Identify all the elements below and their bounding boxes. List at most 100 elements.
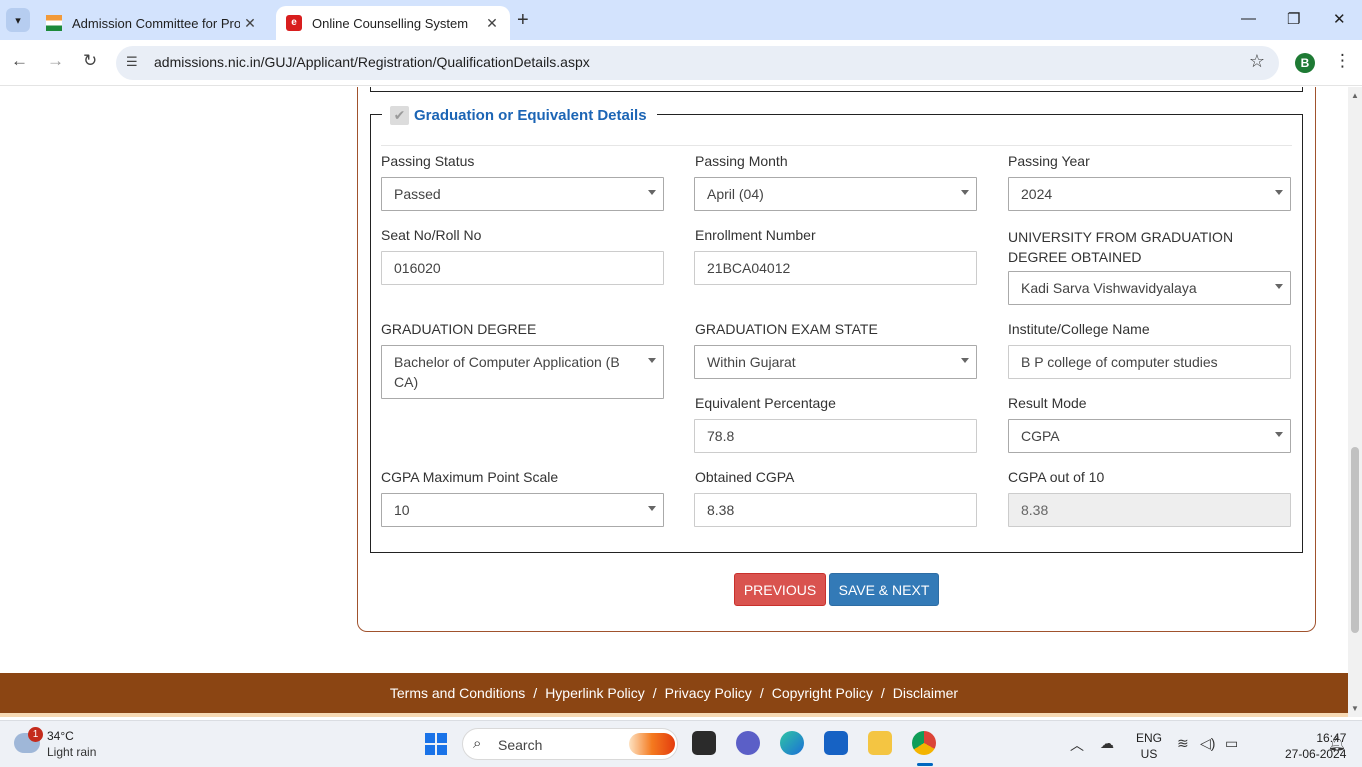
site-footer: Terms and Conditions / Hyperlink Policy … bbox=[0, 673, 1348, 713]
region-code: US bbox=[1140, 747, 1158, 761]
tray-overflow-chevron-icon[interactable]: ︿ bbox=[1070, 735, 1084, 755]
site-info-icon[interactable]: ☰ bbox=[126, 54, 138, 70]
dropdown-arrow-icon bbox=[961, 358, 969, 363]
previous-button[interactable]: PREVIOUS bbox=[734, 573, 826, 606]
passing-month-label: Passing Month bbox=[695, 153, 788, 169]
footer-separator: / bbox=[880, 685, 885, 701]
footer-link-copyright[interactable]: Copyright Policy bbox=[772, 685, 873, 701]
file-explorer-icon[interactable] bbox=[868, 731, 892, 755]
lang-code: ENG bbox=[1136, 731, 1163, 745]
address-bar: ← → ↻ ☰ admissions.nic.in/GUJ/Applicant/… bbox=[0, 40, 1362, 86]
scroll-up-icon[interactable]: ▲ bbox=[1351, 91, 1359, 100]
india-flag-icon bbox=[46, 15, 62, 31]
restore-icon[interactable]: ❐ bbox=[1287, 10, 1300, 28]
enrollment-number-input[interactable]: 21BCA04012 bbox=[694, 251, 977, 285]
graduation-degree-value: Bachelor of Computer Application (B CA) bbox=[394, 354, 620, 390]
footer-link-privacy[interactable]: Privacy Policy bbox=[665, 685, 752, 701]
taskbar-search[interactable]: ⌕ Search bbox=[462, 728, 678, 760]
url-text[interactable]: admissions.nic.in/GUJ/Applicant/Registra… bbox=[154, 54, 590, 70]
university-select[interactable]: Kadi Sarva Vishwavidyalaya bbox=[1008, 271, 1291, 305]
tab-search-chevron-icon[interactable]: ▾ bbox=[6, 8, 30, 32]
section-title: Graduation or Equivalent Details bbox=[414, 106, 647, 124]
tab-title: Online Counselling System bbox=[312, 15, 469, 31]
battery-icon[interactable]: ▭ bbox=[1225, 735, 1238, 752]
weather-temp[interactable]: 34°C bbox=[47, 729, 74, 743]
close-tab-icon[interactable]: ✕ bbox=[482, 15, 502, 32]
dropdown-arrow-icon bbox=[961, 190, 969, 195]
passing-status-value: Passed bbox=[394, 186, 441, 202]
search-placeholder: Search bbox=[498, 737, 543, 753]
search-icon: ⌕ bbox=[473, 735, 482, 752]
start-button-icon[interactable] bbox=[425, 733, 447, 755]
result-mode-select[interactable]: CGPA bbox=[1008, 419, 1291, 453]
institute-input[interactable]: B P college of computer studies bbox=[1008, 345, 1291, 379]
scrollbar-thumb[interactable] bbox=[1351, 447, 1359, 633]
new-tab-icon[interactable]: + bbox=[517, 9, 529, 32]
enrollment-number-value: 21BCA04012 bbox=[707, 260, 791, 276]
cgpa-max-scale-label: CGPA Maximum Point Scale bbox=[381, 469, 559, 485]
forward-icon[interactable]: → bbox=[47, 51, 64, 71]
seat-no-input[interactable]: 016020 bbox=[381, 251, 664, 285]
footer-separator: / bbox=[652, 685, 657, 701]
cgpa-max-scale-select[interactable]: 10 bbox=[381, 493, 664, 527]
equivalent-percentage-input[interactable]: 78.8 bbox=[694, 419, 977, 453]
footer-accent-line bbox=[0, 713, 1348, 717]
save-next-button[interactable]: SAVE & NEXT bbox=[829, 573, 939, 606]
search-highlight-icon bbox=[629, 733, 675, 755]
passing-status-select[interactable]: Passed bbox=[381, 177, 664, 211]
footer-link-terms[interactable]: Terms and Conditions bbox=[390, 685, 525, 701]
weather-desc[interactable]: Light rain bbox=[47, 745, 96, 759]
bookmark-star-icon[interactable]: ☆ bbox=[1249, 51, 1265, 72]
exam-state-value: Within Gujarat bbox=[707, 354, 796, 370]
cgpa-out-of-10-label: CGPA out of 10 bbox=[1008, 469, 1105, 485]
passing-year-label: Passing Year bbox=[1008, 153, 1090, 169]
reload-icon[interactable]: ↻ bbox=[83, 51, 97, 71]
equivalent-percentage-value: 78.8 bbox=[707, 428, 735, 444]
previous-section-box bbox=[370, 87, 1303, 92]
volume-icon[interactable]: ◁) bbox=[1200, 735, 1215, 752]
graduation-degree-select[interactable]: Bachelor of Computer Application (B CA) bbox=[381, 345, 664, 399]
chrome-icon[interactable] bbox=[912, 731, 936, 755]
institute-value: B P college of computer studies bbox=[1021, 354, 1218, 370]
footer-separator: / bbox=[533, 685, 538, 701]
edge-browser-icon[interactable] bbox=[780, 731, 804, 755]
result-mode-label: Result Mode bbox=[1008, 395, 1087, 411]
dropdown-arrow-icon bbox=[648, 506, 656, 511]
page-scrollbar[interactable]: ▲ ▼ bbox=[1348, 87, 1362, 717]
passing-month-select[interactable]: April (04) bbox=[694, 177, 977, 211]
footer-link-disclaimer[interactable]: Disclaimer bbox=[893, 685, 958, 701]
tab-admission-committee[interactable]: Admission Committee for Profe ✕ bbox=[36, 6, 268, 40]
close-tab-icon[interactable]: ✕ bbox=[240, 15, 260, 32]
scroll-down-icon[interactable]: ▼ bbox=[1351, 704, 1359, 713]
weather-alert-badge: 1 bbox=[28, 727, 43, 742]
passing-year-select[interactable]: 2024 bbox=[1008, 177, 1291, 211]
exam-state-label: GRADUATION EXAM STATE bbox=[695, 321, 878, 337]
seat-no-label: Seat No/Roll No bbox=[381, 227, 482, 243]
institute-label: Institute/College Name bbox=[1008, 321, 1150, 337]
passing-year-value: 2024 bbox=[1021, 186, 1053, 202]
language-indicator[interactable]: ENG US bbox=[1136, 730, 1162, 762]
browser-menu-icon[interactable]: ⋮ bbox=[1334, 51, 1351, 71]
teams-chat-icon[interactable] bbox=[736, 731, 760, 755]
close-window-icon[interactable]: ✕ bbox=[1333, 10, 1346, 28]
back-icon[interactable]: ← bbox=[11, 51, 28, 71]
section-checkbox[interactable]: ✔ bbox=[390, 105, 409, 125]
exam-state-select[interactable]: Within Gujarat bbox=[694, 345, 977, 379]
tab-online-counselling[interactable]: e Online Counselling System ✕ bbox=[276, 6, 510, 40]
page-viewport: ✔ Graduation or Equivalent Details Passi… bbox=[0, 87, 1362, 717]
dropdown-arrow-icon bbox=[1275, 190, 1283, 195]
tab-title: Admission Committee for Profe bbox=[72, 15, 240, 31]
onedrive-cloud-icon[interactable]: ☁ bbox=[1100, 735, 1114, 752]
url-field[interactable]: ☰ admissions.nic.in/GUJ/Applicant/Regist… bbox=[116, 46, 1279, 80]
notification-bell-icon[interactable]: 🔔︎ bbox=[1328, 735, 1346, 752]
microsoft-store-icon[interactable] bbox=[824, 731, 848, 755]
dropdown-arrow-icon bbox=[648, 358, 656, 363]
wifi-icon[interactable]: ≋ bbox=[1177, 735, 1189, 752]
profile-avatar[interactable]: B bbox=[1295, 53, 1315, 73]
graduation-degree-label: GRADUATION DEGREE bbox=[381, 321, 537, 337]
task-view-icon[interactable] bbox=[692, 731, 716, 755]
seat-no-value: 016020 bbox=[394, 260, 441, 276]
minimize-icon[interactable]: — bbox=[1241, 10, 1256, 27]
obtained-cgpa-input[interactable]: 8.38 bbox=[694, 493, 977, 527]
footer-link-hyperlink[interactable]: Hyperlink Policy bbox=[545, 685, 645, 701]
